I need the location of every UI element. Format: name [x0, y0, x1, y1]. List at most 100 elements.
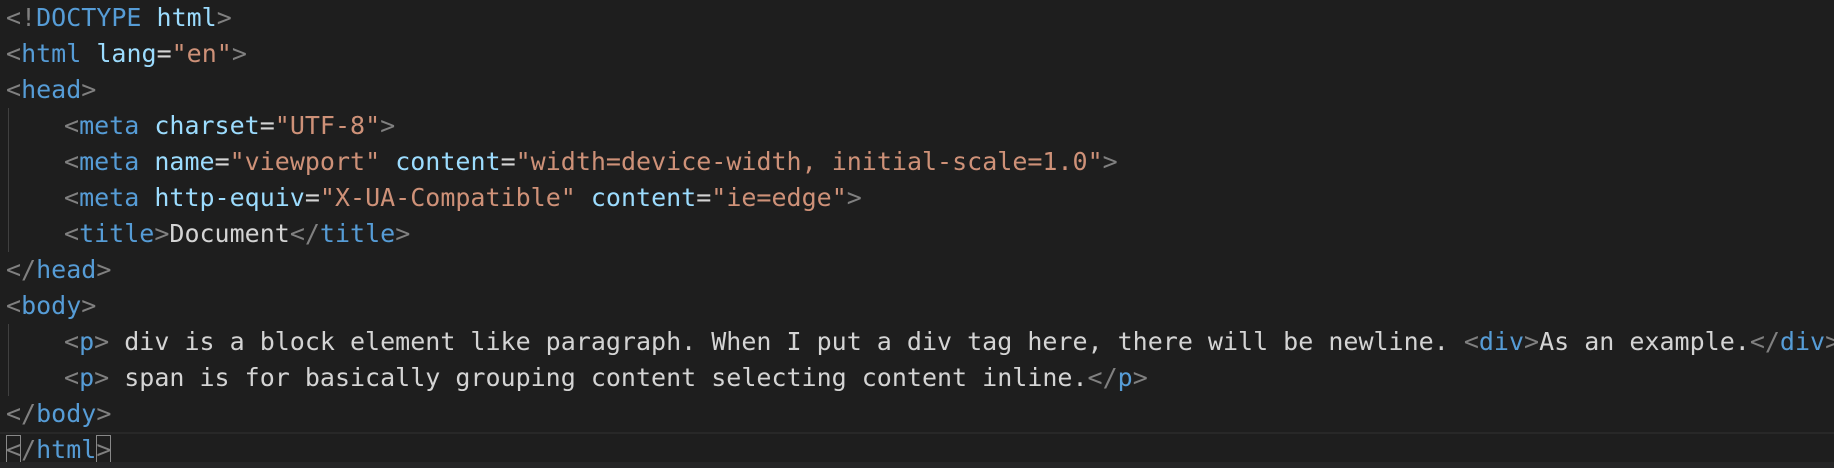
token-plain-text [139, 183, 154, 212]
code-line[interactable]: <title>Document</title> [0, 216, 1834, 252]
token-tag-name: html [36, 435, 97, 464]
token-punctuation: </ [1749, 327, 1780, 356]
token-tag-name: title [79, 219, 155, 248]
code-line[interactable]: </head> [0, 252, 1834, 288]
editor-bottom-bar [0, 462, 1834, 468]
token-plain-text: = [500, 147, 516, 176]
token-string-value: "viewport" [229, 147, 381, 176]
token-punctuation: <! [6, 3, 37, 32]
indent-guide [8, 180, 9, 216]
token-punctuation: > [216, 3, 232, 32]
token-punctuation: < [6, 435, 22, 464]
token-plain-text: Document [169, 219, 290, 248]
code-line[interactable]: <body> [0, 288, 1834, 324]
token-plain-text: = [156, 39, 172, 68]
token-string-value: "en" [171, 39, 232, 68]
token-attribute-name: http-equiv [154, 183, 305, 212]
token-punctuation: </ [1087, 363, 1118, 392]
token-plain-text: div is a block element like paragraph. W… [109, 327, 1464, 356]
token-tag-name: p [1117, 363, 1133, 392]
token-punctuation: < [1463, 327, 1479, 356]
indent-guide [8, 360, 9, 396]
token-punctuation: ></ [1825, 327, 1834, 356]
token-plain-text [81, 39, 96, 68]
token-punctuation: < [64, 363, 80, 392]
token-doctype-keyword: DOCTYPE [36, 3, 142, 32]
token-punctuation: < [6, 39, 22, 68]
token-attribute-name: content [395, 147, 501, 176]
code-line[interactable]: <html lang="en"> [0, 36, 1834, 72]
token-tag-name: meta [79, 183, 140, 212]
token-string-value: "UTF-8" [274, 111, 381, 140]
token-plain-text: = [259, 111, 275, 140]
code-line[interactable]: <!DOCTYPE html> [0, 0, 1834, 36]
token-attribute-name: html [156, 3, 217, 32]
token-punctuation: > [94, 363, 110, 392]
token-punctuation: > [1132, 363, 1148, 392]
token-tag-name: meta [79, 147, 140, 176]
token-tag-name: head [21, 75, 82, 104]
token-attribute-name: lang [96, 39, 157, 68]
token-string-value: "ie=edge" [711, 183, 847, 212]
token-punctuation: > [81, 75, 97, 104]
token-punctuation: > [1524, 327, 1540, 356]
code-line[interactable]: <meta name="viewport" content="width=dev… [0, 144, 1834, 180]
code-line[interactable]: <head> [0, 72, 1834, 108]
token-punctuation: > [1102, 147, 1118, 176]
token-punctuation: > [96, 399, 112, 428]
token-tag-name: head [36, 255, 97, 284]
code-line[interactable]: <meta http-equiv="X-UA-Compatible" conte… [0, 180, 1834, 216]
token-punctuation: < [64, 219, 80, 248]
indent-guide [8, 144, 9, 180]
token-punctuation: > [96, 255, 112, 284]
token-punctuation: > [154, 219, 170, 248]
token-punctuation: </ [289, 219, 320, 248]
token-attribute-name: name [154, 147, 215, 176]
token-tag-name: body [36, 399, 97, 428]
token-punctuation: / [21, 435, 37, 464]
token-punctuation: > [380, 111, 396, 140]
token-plain-text: = [304, 183, 320, 212]
token-punctuation: </ [6, 255, 37, 284]
token-attribute-name: content [590, 183, 697, 212]
token-punctuation: < [6, 291, 22, 320]
code-line[interactable]: <p> span is for basically grouping conte… [0, 360, 1834, 396]
token-plain-text [380, 147, 395, 176]
code-lines[interactable]: <!DOCTYPE html> <html lang="en"> <head> <me… [0, 0, 1834, 468]
code-line[interactable]: <p> div is a block element like paragrap… [0, 324, 1834, 360]
token-punctuation: < [64, 111, 80, 140]
token-attribute-name: charset [154, 111, 260, 140]
token-plain-text [576, 183, 591, 212]
token-plain-text: = [214, 147, 230, 176]
token-punctuation: > [94, 327, 110, 356]
token-punctuation: > [81, 291, 97, 320]
code-line[interactable]: <meta charset="UTF-8"> [0, 108, 1834, 144]
token-tag-name: p [79, 363, 95, 392]
code-line[interactable]: </body> [0, 396, 1834, 432]
token-punctuation: < [64, 327, 80, 356]
token-tag-name: body [21, 291, 82, 320]
code-editor[interactable]: <!DOCTYPE html> <html lang="en"> <head> <me… [0, 0, 1834, 468]
token-punctuation: < [64, 183, 80, 212]
token-tag-name: title [319, 219, 396, 248]
token-punctuation: > [231, 39, 247, 68]
indent-guide [8, 108, 9, 144]
indent-guide [8, 324, 9, 360]
token-plain-text: As an example. [1539, 327, 1750, 356]
token-tag-name: div [1779, 327, 1826, 356]
token-plain-text [139, 111, 154, 140]
token-plain-text: span is for basically grouping content s… [109, 363, 1088, 392]
token-punctuation: </ [6, 399, 37, 428]
token-string-value: "width=device-width, initial-scale=1.0" [515, 147, 1103, 176]
token-tag-name: p [79, 327, 95, 356]
indent-guide [8, 216, 9, 252]
token-punctuation: > [846, 183, 862, 212]
token-tag-name: html [21, 39, 82, 68]
token-punctuation: > [96, 435, 112, 464]
token-string-value: "X-UA-Compatible" [319, 183, 576, 212]
token-tag-name: meta [79, 111, 140, 140]
token-punctuation: < [64, 147, 80, 176]
token-punctuation: < [6, 75, 22, 104]
token-plain-text: = [696, 183, 712, 212]
token-tag-name: div [1478, 327, 1525, 356]
